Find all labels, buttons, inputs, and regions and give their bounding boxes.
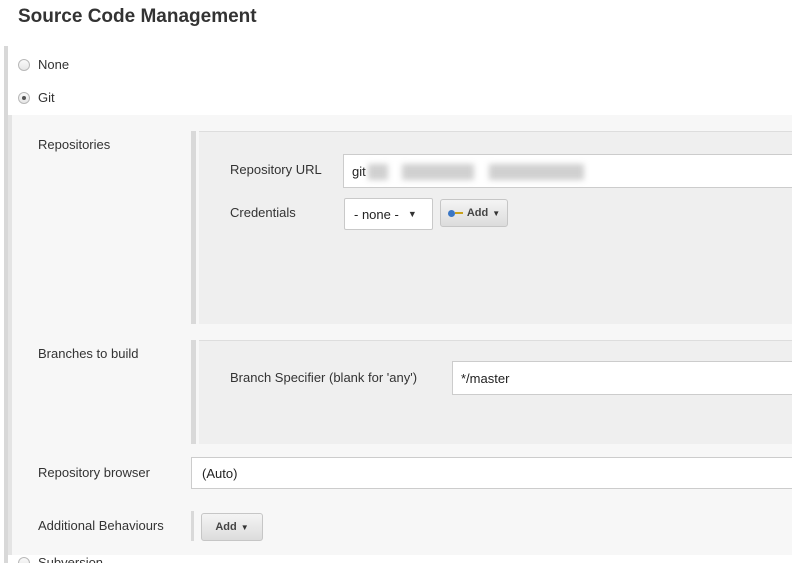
repository-browser-label: Repository browser — [38, 465, 150, 480]
behaviours-bar — [191, 511, 194, 541]
chevron-down-icon: ▼ — [492, 208, 501, 218]
branch-specifier-value: */master — [461, 370, 510, 386]
add-behaviour-button[interactable]: Add ▼ — [201, 513, 263, 541]
redacted-url — [489, 164, 584, 180]
radio-none[interactable] — [18, 58, 30, 71]
radio-subversion[interactable] — [18, 556, 30, 563]
repository-browser-value: (Auto) — [202, 465, 238, 481]
redacted-url — [402, 164, 474, 180]
radio-git[interactable] — [18, 91, 30, 104]
repository-browser-select[interactable]: (Auto) — [191, 457, 792, 489]
scm-option-none[interactable]: None — [18, 57, 69, 72]
section-title: Source Code Management — [18, 6, 257, 27]
chevron-down-icon: ▼ — [407, 209, 417, 219]
scm-option-none-label: None — [38, 57, 70, 72]
branch-specifier-label: Branch Specifier (blank for 'any') — [230, 370, 418, 385]
repository-url-value: git — [352, 163, 366, 179]
credentials-select[interactable]: - none - ▼ — [344, 198, 433, 230]
add-credentials-button[interactable]: Add ▼ — [440, 199, 508, 227]
scm-option-subversion-label: Subversion — [38, 555, 104, 563]
repository-url-label: Repository URL — [230, 162, 322, 177]
repositories-label: Repositories — [38, 137, 111, 152]
credentials-label: Credentials — [230, 205, 296, 220]
page: Source Code Management None Git Reposito… — [0, 0, 792, 563]
branches-bar — [191, 340, 196, 444]
scm-option-subversion[interactable]: Subversion — [18, 555, 103, 563]
repositories-bar — [191, 131, 196, 324]
add-credentials-label: Add — [466, 207, 489, 219]
scm-option-git[interactable]: Git — [18, 90, 55, 105]
branch-specifier-input[interactable]: */master — [452, 361, 792, 395]
repository-url-input[interactable]: git — [343, 154, 792, 188]
branches-label: Branches to build — [38, 346, 139, 361]
scm-option-git-label: Git — [38, 90, 55, 105]
additional-behaviours-label: Additional Behaviours — [38, 518, 164, 533]
redacted-url — [368, 164, 388, 180]
chevron-down-icon: ▼ — [240, 522, 249, 532]
key-icon — [447, 209, 463, 217]
add-behaviour-label: Add — [215, 521, 237, 533]
credentials-value: - none - — [354, 206, 399, 222]
git-indent-bar — [8, 115, 12, 555]
